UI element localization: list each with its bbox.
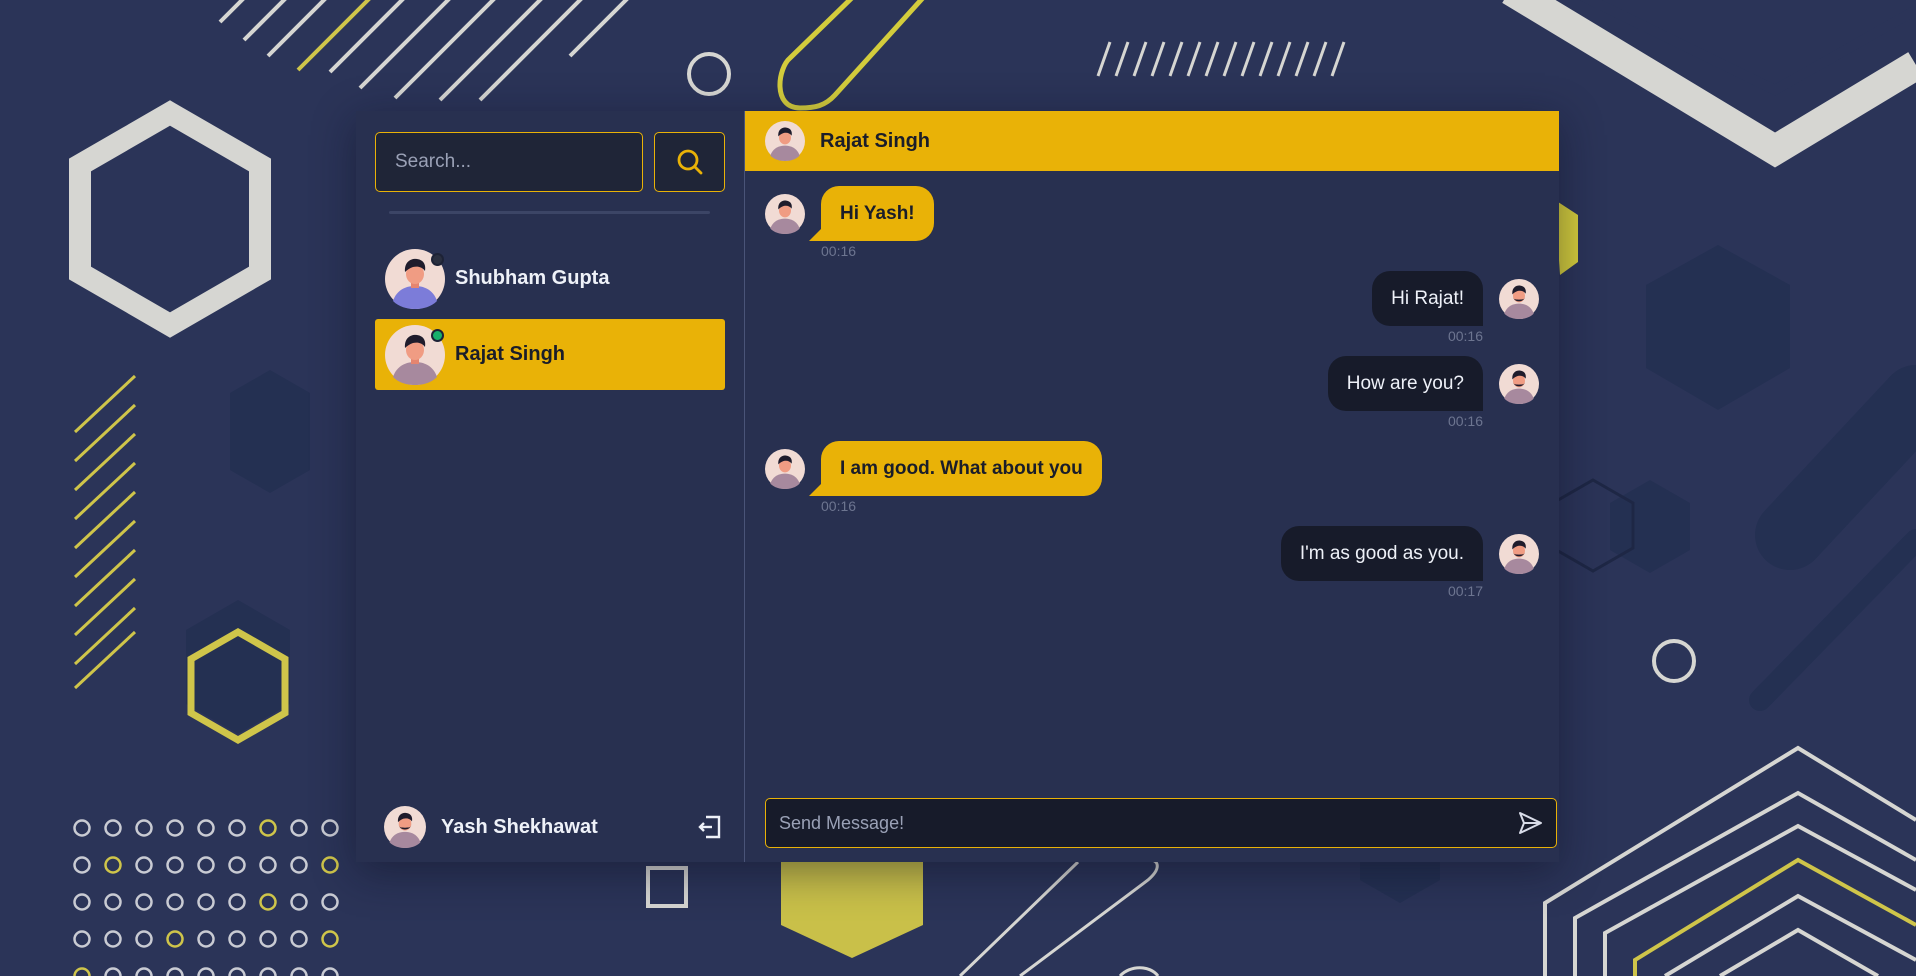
message-incoming: Hi Yash! 00:16 xyxy=(765,186,934,259)
avatar xyxy=(384,806,426,848)
avatar xyxy=(765,121,805,161)
search-button[interactable] xyxy=(654,132,725,192)
message-time: 00:17 xyxy=(1447,583,1483,599)
message-time: 00:16 xyxy=(1447,413,1483,429)
message-outgoing: How are you? 00:16 xyxy=(1327,356,1539,429)
contact-name: Rajat Singh xyxy=(455,343,566,365)
message-outgoing: Hi Rajat! 00:16 xyxy=(1372,271,1539,344)
search-input[interactable] xyxy=(375,132,643,192)
contact-item-rajat-singh[interactable]: Rajat Singh xyxy=(375,319,725,390)
sidebar: Shubham Gupta Rajat Singh xyxy=(356,111,745,862)
sidebar-divider xyxy=(389,211,710,214)
avatar xyxy=(1499,278,1539,319)
online-indicator xyxy=(431,328,444,342)
avatar xyxy=(1499,363,1539,404)
chat-panel: Rajat Singh Hi Yash! 00:16 Hi Rajat! 00:… xyxy=(745,111,1559,862)
message-input[interactable] xyxy=(766,799,1504,847)
message-outgoing: I'm as good as you. 00:17 xyxy=(1280,526,1539,599)
message-bubble: Hi Rajat! xyxy=(1372,271,1483,326)
message-bubble: I'm as good as you. xyxy=(1280,526,1483,581)
avatar xyxy=(385,324,445,385)
contact-list: Shubham Gupta Rajat Singh xyxy=(375,243,725,395)
logout-icon xyxy=(698,815,721,839)
avatar xyxy=(385,248,445,309)
avatar xyxy=(765,448,805,489)
search-icon xyxy=(677,149,702,175)
message-time: 00:16 xyxy=(821,498,857,514)
chat-header-name: Rajat Singh xyxy=(820,129,931,152)
send-button[interactable] xyxy=(1504,799,1556,847)
chat-header: Rajat Singh xyxy=(745,111,1559,171)
message-time: 00:16 xyxy=(821,243,857,259)
avatar xyxy=(765,193,805,234)
message-bubble: Hi Yash! xyxy=(809,186,934,241)
avatar xyxy=(1499,533,1539,574)
message-composer xyxy=(765,798,1557,848)
current-user-name: Yash Shekhawat xyxy=(441,815,598,838)
current-user-bar: Yash Shekhawat xyxy=(384,806,729,848)
contact-name: Shubham Gupta xyxy=(455,267,610,289)
offline-indicator xyxy=(431,252,444,266)
chat-app-window: Shubham Gupta Rajat Singh xyxy=(356,111,1559,862)
contact-item-shubham-gupta[interactable]: Shubham Gupta xyxy=(375,243,725,314)
message-incoming: I am good. What about you 00:16 xyxy=(765,441,1102,514)
send-icon xyxy=(1519,812,1542,834)
logout-button[interactable] xyxy=(695,812,725,842)
message-time: 00:16 xyxy=(1447,328,1483,344)
message-bubble: I am good. What about you xyxy=(809,441,1102,496)
message-bubble: How are you? xyxy=(1327,356,1483,411)
search-row xyxy=(375,132,725,192)
